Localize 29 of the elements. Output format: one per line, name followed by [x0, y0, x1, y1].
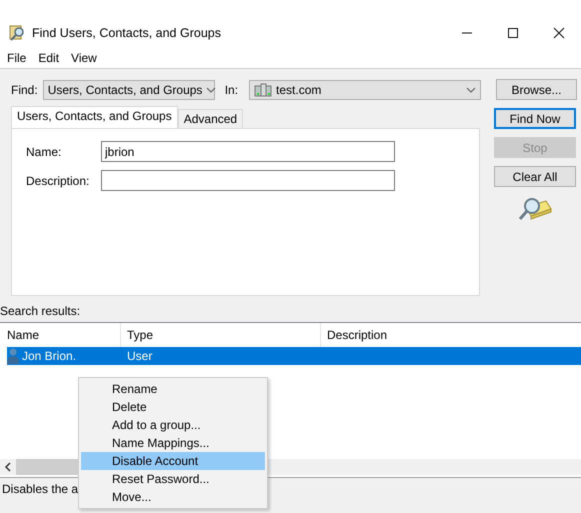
menu-item[interactable]: File — [7, 51, 26, 65]
table-cell: Jon Brion. — [22, 349, 76, 363]
find-dropdown[interactable]: Users, Contacts, and Groups — [42, 80, 215, 100]
input-field[interactable]: jbrion — [101, 141, 395, 162]
menu-item[interactable]: Reset Password... — [81, 470, 265, 488]
action-button[interactable]: Find Now — [494, 108, 576, 129]
menu-item[interactable]: Disable Account — [81, 452, 265, 470]
field-label: Name: — [26, 144, 62, 158]
field-label: Description: — [26, 174, 90, 188]
result-row[interactable]: Jon Brion. User — [7, 347, 581, 365]
menu-item[interactable]: Edit — [38, 51, 60, 65]
menu-item[interactable]: Move... — [81, 488, 265, 506]
tab[interactable]: Users, Contacts, and Groups — [11, 106, 178, 128]
menu-item[interactable]: Delete — [81, 398, 265, 416]
column-header[interactable]: Description — [321, 323, 581, 347]
menu-item[interactable]: Rename — [81, 380, 265, 398]
menu-item[interactable]: Add to a group... — [81, 416, 265, 434]
in-label: In: — [224, 82, 238, 96]
action-button[interactable]: Clear All — [494, 166, 576, 187]
menu-item[interactable]: Name Mappings... — [81, 434, 265, 452]
window-title: Find Users, Contacts, and Groups — [32, 26, 222, 40]
status-text: Disables the a — [2, 482, 78, 496]
location-dropdown[interactable]: test.com — [249, 80, 482, 100]
find-label: Find: — [11, 82, 38, 96]
tab[interactable]: Advanced — [178, 109, 244, 128]
results-label: Search results: — [0, 304, 82, 318]
menu-item[interactable]: View — [71, 51, 97, 65]
table-cell: User — [127, 349, 152, 363]
browse-button[interactable]: Browse... — [496, 79, 577, 100]
